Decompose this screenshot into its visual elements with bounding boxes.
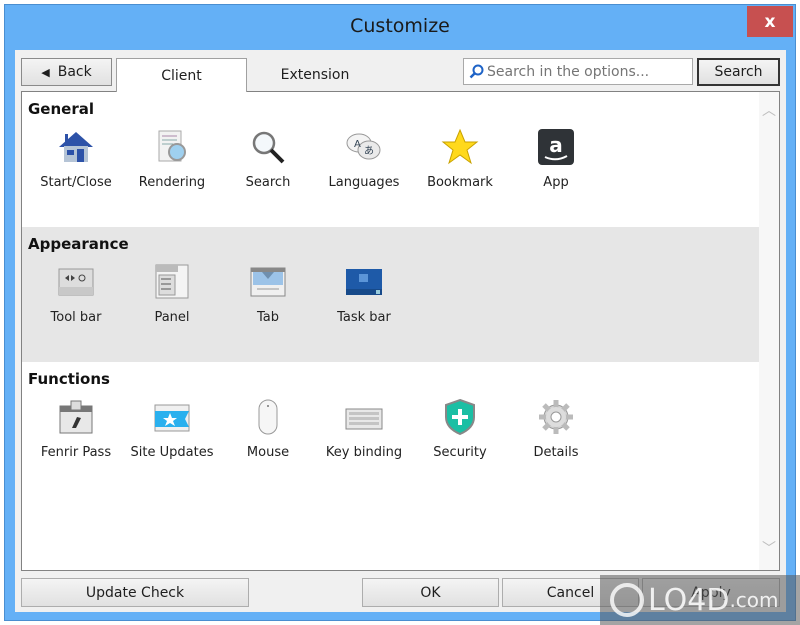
back-button[interactable]: ◀ Back <box>21 58 112 86</box>
option-tool-bar[interactable]: Tool bar <box>28 262 124 332</box>
section-title: Functions <box>28 370 110 388</box>
option-label: App <box>543 175 569 190</box>
option-search[interactable]: Search <box>220 127 316 197</box>
option-label: Rendering <box>138 175 206 190</box>
magnifier-icon <box>248 127 288 167</box>
back-label: Back <box>57 64 92 80</box>
update-check-button[interactable]: Update Check <box>21 578 249 607</box>
option-details[interactable]: Details <box>508 397 604 467</box>
title-bar: Customize x <box>5 5 795 49</box>
option-label: Mouse <box>246 445 290 460</box>
watermark-suffix: .com <box>729 588 779 612</box>
shield-icon <box>440 397 480 437</box>
watermark-logo-icon <box>610 583 644 617</box>
options-panel: General Start/Close Rendering Search A あ… <box>21 91 780 571</box>
back-arrow-icon: ◀ <box>41 65 50 79</box>
option-label: Bookmark <box>427 175 493 190</box>
option-label: Fenrir Pass <box>40 445 112 460</box>
section-functions: Functions Fenrir Pass Site Updates Mouse <box>22 362 762 497</box>
option-key-binding[interactable]: Key binding <box>316 397 412 467</box>
option-label: Tab <box>256 310 279 325</box>
keyboard-icon <box>344 397 384 437</box>
section-title: General <box>28 100 94 118</box>
chevron-up-icon[interactable]: ︿ <box>759 100 779 120</box>
option-task-bar[interactable]: Task bar <box>316 262 412 332</box>
search-input[interactable] <box>487 63 687 80</box>
tab-extension[interactable]: Extension <box>248 58 382 92</box>
vertical-scrollbar[interactable]: ︿ ﹀ <box>759 92 779 570</box>
search-button[interactable]: Search <box>697 58 780 86</box>
option-panel[interactable]: Panel <box>124 262 220 332</box>
watermark-text: LO4D <box>648 582 730 618</box>
option-label: Security <box>433 445 487 460</box>
fenrir-pass-icon <box>56 397 96 437</box>
ok-button[interactable]: OK <box>362 578 499 607</box>
option-mouse[interactable]: Mouse <box>220 397 316 467</box>
panel-icon <box>152 262 192 302</box>
option-label: Tool bar <box>50 310 102 325</box>
option-site-updates[interactable]: Site Updates <box>124 397 220 467</box>
close-button[interactable]: x <box>747 6 793 37</box>
amazon-icon: a <box>536 127 576 167</box>
option-label: Task bar <box>337 310 391 325</box>
option-label: Site Updates <box>130 445 214 460</box>
house-icon <box>56 127 96 167</box>
window-title: Customize <box>350 15 450 37</box>
section-general: General Start/Close Rendering Search A あ… <box>22 92 762 227</box>
search-icon <box>469 64 484 79</box>
option-label: Panel <box>154 310 190 325</box>
client-area: ◀ Back Client Extension Search General S… <box>15 50 786 612</box>
taskbar-icon <box>344 262 384 302</box>
watermark: LO4D .com <box>600 575 800 625</box>
option-tab[interactable]: Tab <box>220 262 316 332</box>
option-label: Start/Close <box>40 175 112 190</box>
mouse-icon <box>248 397 288 437</box>
option-bookmark[interactable]: Bookmark <box>412 127 508 197</box>
section-title: Appearance <box>28 235 129 253</box>
speech-bubbles-icon: Aあ <box>344 127 384 167</box>
tab-client[interactable]: Client <box>116 58 247 92</box>
gear-icon <box>536 397 576 437</box>
option-languages[interactable]: Aあ Languages <box>316 127 412 197</box>
option-security[interactable]: Security <box>412 397 508 467</box>
star-icon <box>440 127 480 167</box>
search-field[interactable] <box>463 58 693 85</box>
section-appearance: Appearance Tool bar Panel Tab Task bar <box>22 227 762 362</box>
chevron-down-icon[interactable]: ﹀ <box>759 538 779 558</box>
option-fenrir-pass[interactable]: Fenrir Pass <box>28 397 124 467</box>
option-start-close[interactable]: Start/Close <box>28 127 124 197</box>
svg-text:A: A <box>354 139 361 150</box>
ticket-star-icon <box>152 397 192 437</box>
svg-text:あ: あ <box>364 145 374 157</box>
tab-icon <box>248 262 288 302</box>
option-label: Languages <box>328 175 400 190</box>
option-rendering[interactable]: Rendering <box>124 127 220 197</box>
svg-text:a: a <box>549 133 563 157</box>
toolbar-icon <box>56 262 96 302</box>
document-magnifier-icon <box>152 127 192 167</box>
close-icon: x <box>764 11 776 32</box>
option-app[interactable]: a App <box>508 127 604 197</box>
option-label: Key binding <box>325 445 403 460</box>
option-label: Details <box>533 445 579 460</box>
option-label: Search <box>245 175 291 190</box>
customize-window: Customize x ◀ Back Client Extension Sear… <box>4 4 796 621</box>
